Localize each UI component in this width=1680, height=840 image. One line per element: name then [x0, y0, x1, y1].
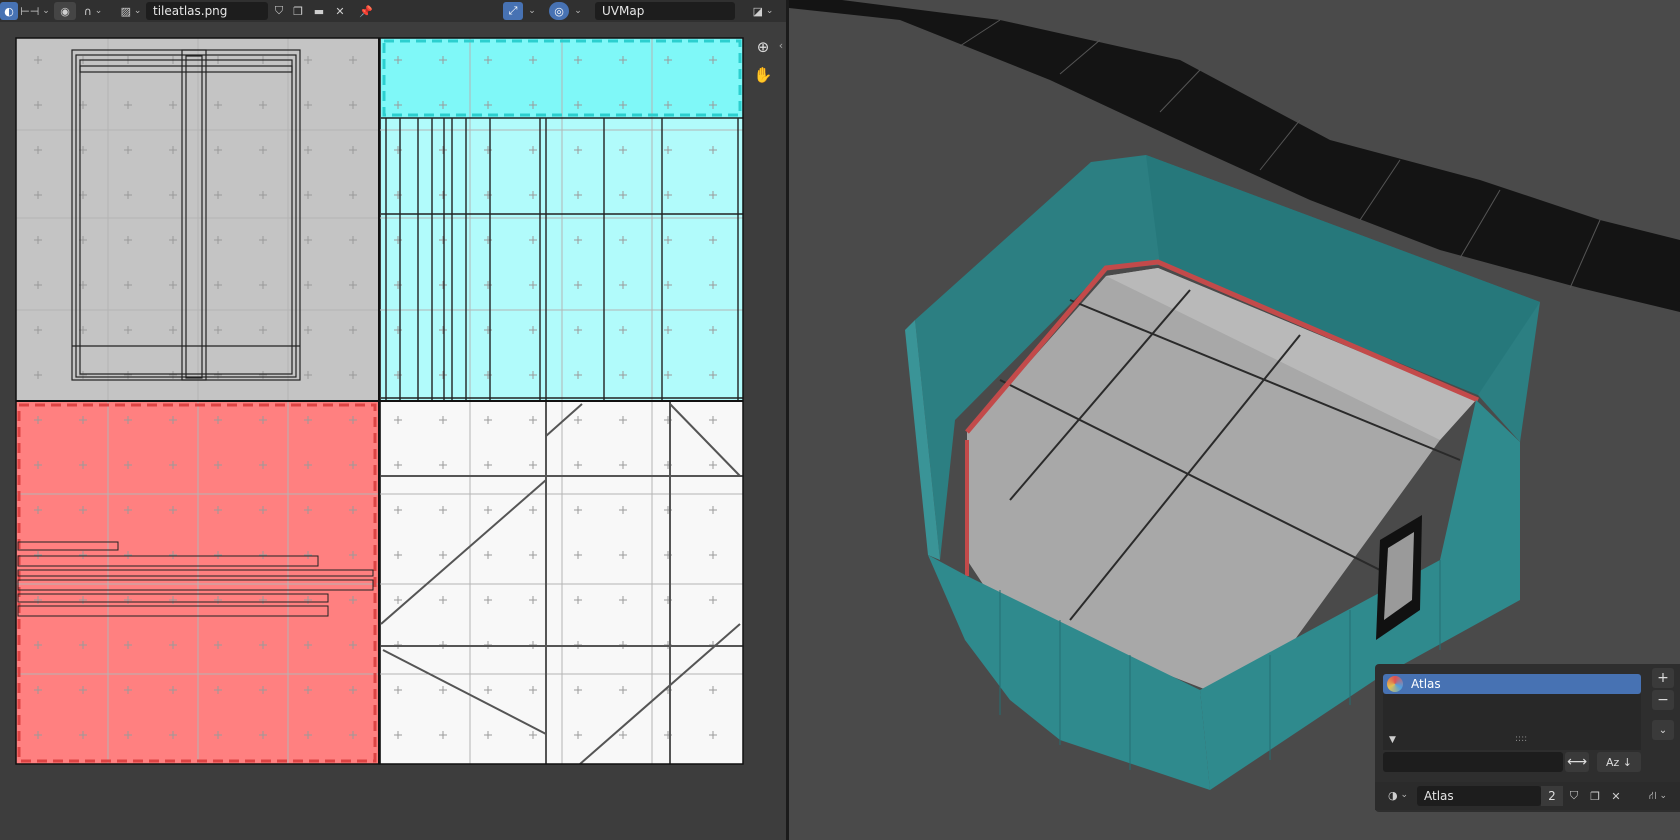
- shield-icon: ⛉: [1569, 789, 1579, 802]
- overlay-button[interactable]: ◪ ⌄: [748, 2, 778, 20]
- image-name-field[interactable]: tileatlas.png: [146, 2, 268, 20]
- view-icon: ⊢⊣: [20, 4, 40, 18]
- shield-icon: ⛉: [274, 4, 284, 17]
- sphere-browse-icon: ◑: [1387, 788, 1398, 802]
- material-slot-label: Atlas: [1411, 677, 1441, 691]
- chevron-down-icon: ⌄: [1658, 724, 1668, 736]
- sidebar-toggle[interactable]: ‹: [776, 36, 786, 54]
- sort-button[interactable]: Az ↓: [1597, 752, 1641, 772]
- uv-sync-menu[interactable]: ⌄: [525, 2, 539, 20]
- user-count[interactable]: 2: [1541, 786, 1563, 806]
- filter-input[interactable]: [1383, 752, 1563, 772]
- zoom-button[interactable]: ⊕: [752, 36, 774, 58]
- remove-slot-button[interactable]: −: [1652, 690, 1674, 710]
- minus-icon: −: [1657, 692, 1669, 708]
- sphere-icon: [1387, 676, 1403, 692]
- folder-icon: ▬: [313, 4, 325, 18]
- add-slot-button[interactable]: +: [1652, 668, 1674, 688]
- duplicate-icon: ❐: [1590, 789, 1600, 803]
- editor-type-button[interactable]: ◐: [0, 2, 18, 20]
- material-name-field[interactable]: Atlas: [1417, 786, 1541, 806]
- uv-editor-canvas[interactable]: ⊕ ‹ ✋: [0, 22, 786, 840]
- material-slot-item[interactable]: Atlas: [1383, 674, 1641, 694]
- overlay-icon: ◪: [752, 4, 763, 18]
- image-icon: ▨: [120, 4, 131, 18]
- select-mode-button[interactable]: ◎: [549, 2, 569, 20]
- material-browse-button[interactable]: ◑ ⌄: [1383, 786, 1413, 804]
- uv-layout-svg: [15, 37, 744, 765]
- pin-button[interactable]: 📌: [356, 2, 376, 20]
- close-icon: ✕: [335, 4, 345, 18]
- duplicate-material-button[interactable]: ❐: [1586, 787, 1604, 805]
- chevron-left-icon: ‹: [778, 38, 784, 52]
- hand-icon: ✋: [753, 66, 773, 84]
- open-image-button[interactable]: ▬: [309, 2, 329, 20]
- select-mode-icon: ◎: [554, 4, 564, 18]
- image-browse-button[interactable]: ▨ ⌄: [116, 2, 146, 20]
- material-slot-list[interactable]: [1383, 694, 1641, 750]
- close-icon: ✕: [1611, 789, 1621, 803]
- select-mode-menu[interactable]: ⌄: [571, 2, 585, 20]
- proportional-edit-button[interactable]: ∩ ⌄: [78, 2, 108, 20]
- material-id-bar: ◑ ⌄ Atlas 2 ⛉ ❐ ✕ ⛙ ⌄: [1375, 782, 1680, 810]
- uv-map-field[interactable]: UVMap: [595, 2, 735, 20]
- node-tree-icon: ⛙: [1648, 788, 1657, 802]
- node-tree-button[interactable]: ⛙ ⌄: [1643, 787, 1673, 805]
- editor-type-icon: ◐: [4, 4, 14, 18]
- uv-sync-button[interactable]: ⤢: [503, 2, 523, 20]
- pan-button[interactable]: ✋: [752, 64, 774, 86]
- duplicate-icon: ❐: [293, 4, 303, 18]
- swap-icon: ⟷: [1566, 754, 1588, 770]
- invert-filter-button[interactable]: ⟷: [1565, 752, 1589, 772]
- fake-user-material-button[interactable]: ⛉: [1565, 787, 1583, 805]
- view-menu-button[interactable]: ⊢⊣ ⌄: [20, 2, 50, 20]
- unlink-image-button[interactable]: ✕: [330, 2, 350, 20]
- unlink-material-button[interactable]: ✕: [1607, 787, 1625, 805]
- slot-specials-button[interactable]: ⌄: [1652, 720, 1674, 740]
- uv-editor-header: ◐ ⊢⊣ ⌄ ◉ ∩ ⌄ ▨ ⌄ tileatlas.png ⛉ ❐ ▬ ✕ 📌…: [0, 0, 786, 22]
- new-image-button[interactable]: ❐: [289, 2, 307, 20]
- sort-icon: Az ↓: [1605, 755, 1632, 769]
- uv-sync-icon: ⤢: [508, 4, 518, 17]
- pin-icon: 📌: [359, 4, 373, 18]
- falloff-icon: ∩: [83, 4, 92, 18]
- zoom-icon: ⊕: [756, 38, 770, 56]
- filter-toggle[interactable]: ▼: [1389, 735, 1396, 745]
- plus-icon: +: [1657, 670, 1669, 686]
- fake-user-button[interactable]: ⛉: [270, 2, 288, 20]
- pivot-icon: ◉: [60, 4, 70, 18]
- resize-grip[interactable]: ::::: [1515, 734, 1527, 744]
- pivot-button[interactable]: ◉: [54, 2, 76, 20]
